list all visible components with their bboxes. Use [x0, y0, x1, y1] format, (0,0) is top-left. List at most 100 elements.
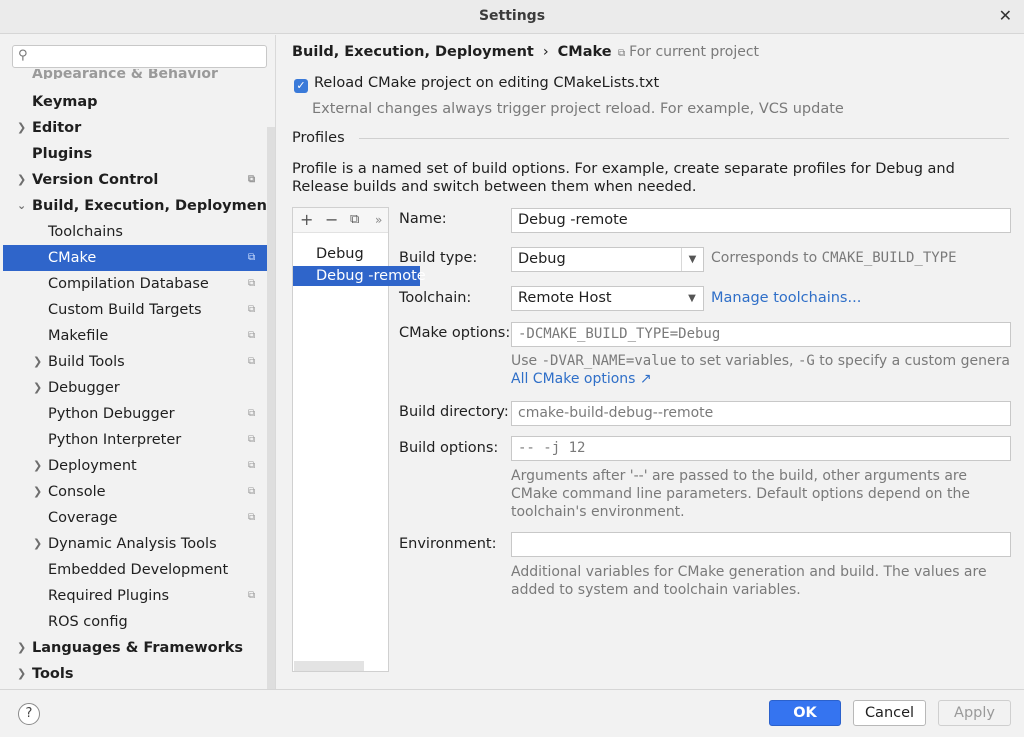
project-scope-icon: ⧉	[248, 356, 256, 367]
sidebar-item-tools[interactable]: ❯ Tools	[3, 661, 267, 687]
chevron-right-icon[interactable]: ❯	[17, 635, 26, 661]
checkbox-checked-icon[interactable]: ✓	[294, 79, 308, 93]
sidebar-item-custom-build-targets[interactable]: Custom Build Targets ⧉	[3, 297, 267, 323]
sidebar-item-label: Makefile	[48, 328, 109, 344]
toolchain-value: Remote Host	[518, 290, 612, 306]
sidebar-item-python-interpreter[interactable]: Python Interpreter ⧉	[3, 427, 267, 453]
manage-toolchains-link[interactable]: Manage toolchains...	[711, 289, 861, 307]
reload-cmake-checkbox[interactable]: ✓ Reload CMake project on editing CMakeLi…	[294, 75, 659, 93]
more-actions-icon[interactable]: »	[375, 213, 382, 227]
profiles-divider	[359, 138, 1009, 139]
sidebar-item-compilation-database[interactable]: Compilation Database ⧉	[3, 271, 267, 297]
project-scope-icon: ⧉	[248, 434, 256, 445]
name-field[interactable]: Debug -remote	[511, 208, 1011, 233]
sidebar-item-editor[interactable]: ❯ Editor	[3, 115, 267, 141]
profiles-list: + − ⧉ » Debug Debug -remote	[292, 207, 426, 672]
sidebar-item-label: Python Debugger	[48, 406, 175, 422]
profiles-heading: Profiles	[292, 130, 345, 146]
help-button[interactable]: ?	[18, 703, 40, 725]
chevron-right-icon[interactable]: ❯	[33, 531, 42, 557]
sidebar-item-coverage[interactable]: Coverage ⧉	[3, 505, 267, 531]
profiles-toolbar: + − ⧉ »	[293, 208, 388, 233]
hint-text: Use	[511, 353, 542, 369]
project-scope-icon: ⧉	[248, 304, 256, 315]
chevron-right-icon[interactable]: ❯	[33, 479, 42, 505]
cmake-settings-panel: Build, Execution, Deployment › CMake ⧉ For …	[277, 35, 1024, 689]
profile-item-debug[interactable]: Debug	[293, 244, 388, 264]
search-input[interactable]: ⚲	[12, 45, 267, 68]
chevron-down-icon[interactable]: ⌄	[17, 193, 26, 219]
sidebar-item-python-debugger[interactable]: Python Debugger ⧉	[3, 401, 267, 427]
chevron-right-icon[interactable]: ❯	[17, 167, 26, 193]
scope-label: ⧉ For current project	[618, 44, 759, 60]
sidebar-item-build-tools[interactable]: ❯ Build Tools ⧉	[3, 349, 267, 375]
hint-code: -G	[797, 353, 815, 369]
sidebar-item-label: Console	[48, 484, 106, 500]
sidebar-item-ros-config[interactable]: ROS config	[3, 609, 267, 635]
profile-item-label: Debug -remote	[293, 266, 426, 286]
build-options-hint-line3: toolchain's environment.	[511, 504, 685, 520]
sidebar-item-embedded-development[interactable]: Embedded Development	[3, 557, 267, 583]
copy-profile-button[interactable]: ⧉	[350, 212, 359, 227]
environment-field[interactable]	[511, 532, 1011, 557]
sidebar-item-label: CMake	[48, 250, 97, 266]
environment-hint-line1: Additional variables for CMake generatio…	[511, 564, 987, 580]
apply-button[interactable]: Apply	[938, 700, 1011, 726]
ok-button[interactable]: OK	[769, 700, 841, 726]
sidebar-item-appearance[interactable]: Appearance & Behavior	[32, 69, 218, 79]
sidebar-item-label: Dynamic Analysis Tools	[48, 536, 217, 552]
build-type-hint-text: Corresponds to	[711, 250, 822, 266]
dropdown-arrow-icon[interactable]: ▼	[681, 287, 703, 310]
profiles-description: Profile is a named set of build options.…	[292, 161, 955, 195]
build-type-value: Debug	[518, 251, 566, 267]
sidebar-item-label: Custom Build Targets	[48, 302, 202, 318]
profile-item-label: Debug	[316, 246, 364, 262]
add-profile-button[interactable]: +	[300, 210, 313, 229]
chevron-right-icon[interactable]: ❯	[33, 453, 42, 479]
profile-item-debug-remote[interactable]: Debug -remote	[293, 266, 426, 286]
close-icon[interactable]: ✕	[999, 6, 1012, 25]
cmake-options-label: CMake options:	[399, 325, 511, 341]
sidebar-item-languages-frameworks[interactable]: ❯ Languages & Frameworks	[3, 635, 267, 661]
chevron-right-icon[interactable]: ❯	[33, 349, 42, 375]
all-cmake-options-link[interactable]: All CMake options ↗	[511, 370, 652, 388]
sidebar-item-cmake[interactable]: CMake ⧉	[3, 245, 267, 271]
remove-profile-button[interactable]: −	[325, 210, 338, 229]
build-directory-field[interactable]: cmake-build-debug--remote	[511, 401, 1011, 426]
sidebar-item-debugger[interactable]: ❯ Debugger	[3, 375, 267, 401]
sidebar-item-dynamic-analysis-tools[interactable]: ❯ Dynamic Analysis Tools	[3, 531, 267, 557]
project-scope-icon: ⧉	[248, 486, 256, 497]
sidebar-item-toolchains[interactable]: Toolchains	[3, 219, 267, 245]
dropdown-arrow-icon[interactable]: ▼	[681, 248, 703, 271]
cancel-button[interactable]: Cancel	[853, 700, 926, 726]
sidebar-item-version-control[interactable]: ❯ Version Control ⧉	[3, 167, 267, 193]
toolchain-select[interactable]: Remote Host ▼	[511, 286, 704, 311]
reload-hint: External changes always trigger project …	[312, 101, 844, 117]
sidebar-item-keymap[interactable]: Keymap	[3, 89, 267, 115]
build-type-label: Build type:	[399, 250, 478, 266]
sidebar-item-required-plugins[interactable]: Required Plugins ⧉	[3, 583, 267, 609]
build-options-field[interactable]: -- -j 12	[511, 436, 1011, 461]
build-type-select[interactable]: Debug ▼	[511, 247, 704, 272]
cmake-options-field[interactable]: -DCMAKE_BUILD_TYPE=Debug	[511, 322, 1011, 347]
sidebar-item-label: Python Interpreter	[48, 432, 182, 448]
project-scope-icon: ⧉	[248, 330, 256, 341]
sidebar-item-deployment[interactable]: ❯ Deployment ⧉	[3, 453, 267, 479]
breadcrumb-parent[interactable]: Build, Execution, Deployment	[292, 44, 534, 60]
sidebar-item-build-execution-deployment[interactable]: ⌄ Build, Execution, Deployment	[3, 193, 274, 219]
sidebar-scrollbar[interactable]	[267, 127, 275, 689]
sidebar-item-plugins[interactable]: Plugins	[3, 141, 267, 167]
chevron-right-icon[interactable]: ❯	[33, 375, 42, 401]
chevron-right-icon[interactable]: ❯	[17, 661, 26, 687]
sidebar-item-label: Embedded Development	[48, 562, 229, 578]
chevron-right-icon[interactable]: ❯	[17, 115, 26, 141]
build-options-hint-line2: CMake command line parameters. Default o…	[511, 486, 970, 502]
sidebar-item-label: Plugins	[32, 146, 93, 162]
reload-cmake-label: Reload CMake project on editing CMakeLis…	[314, 75, 660, 91]
sidebar-item-label: Required Plugins	[48, 588, 170, 604]
name-label: Name:	[399, 211, 447, 227]
profiles-scrollbar[interactable]	[294, 661, 364, 671]
sidebar-item-console[interactable]: ❯ Console ⧉	[3, 479, 267, 505]
sidebar-item-label: Languages & Frameworks	[32, 640, 244, 656]
sidebar-item-makefile[interactable]: Makefile ⧉	[3, 323, 267, 349]
